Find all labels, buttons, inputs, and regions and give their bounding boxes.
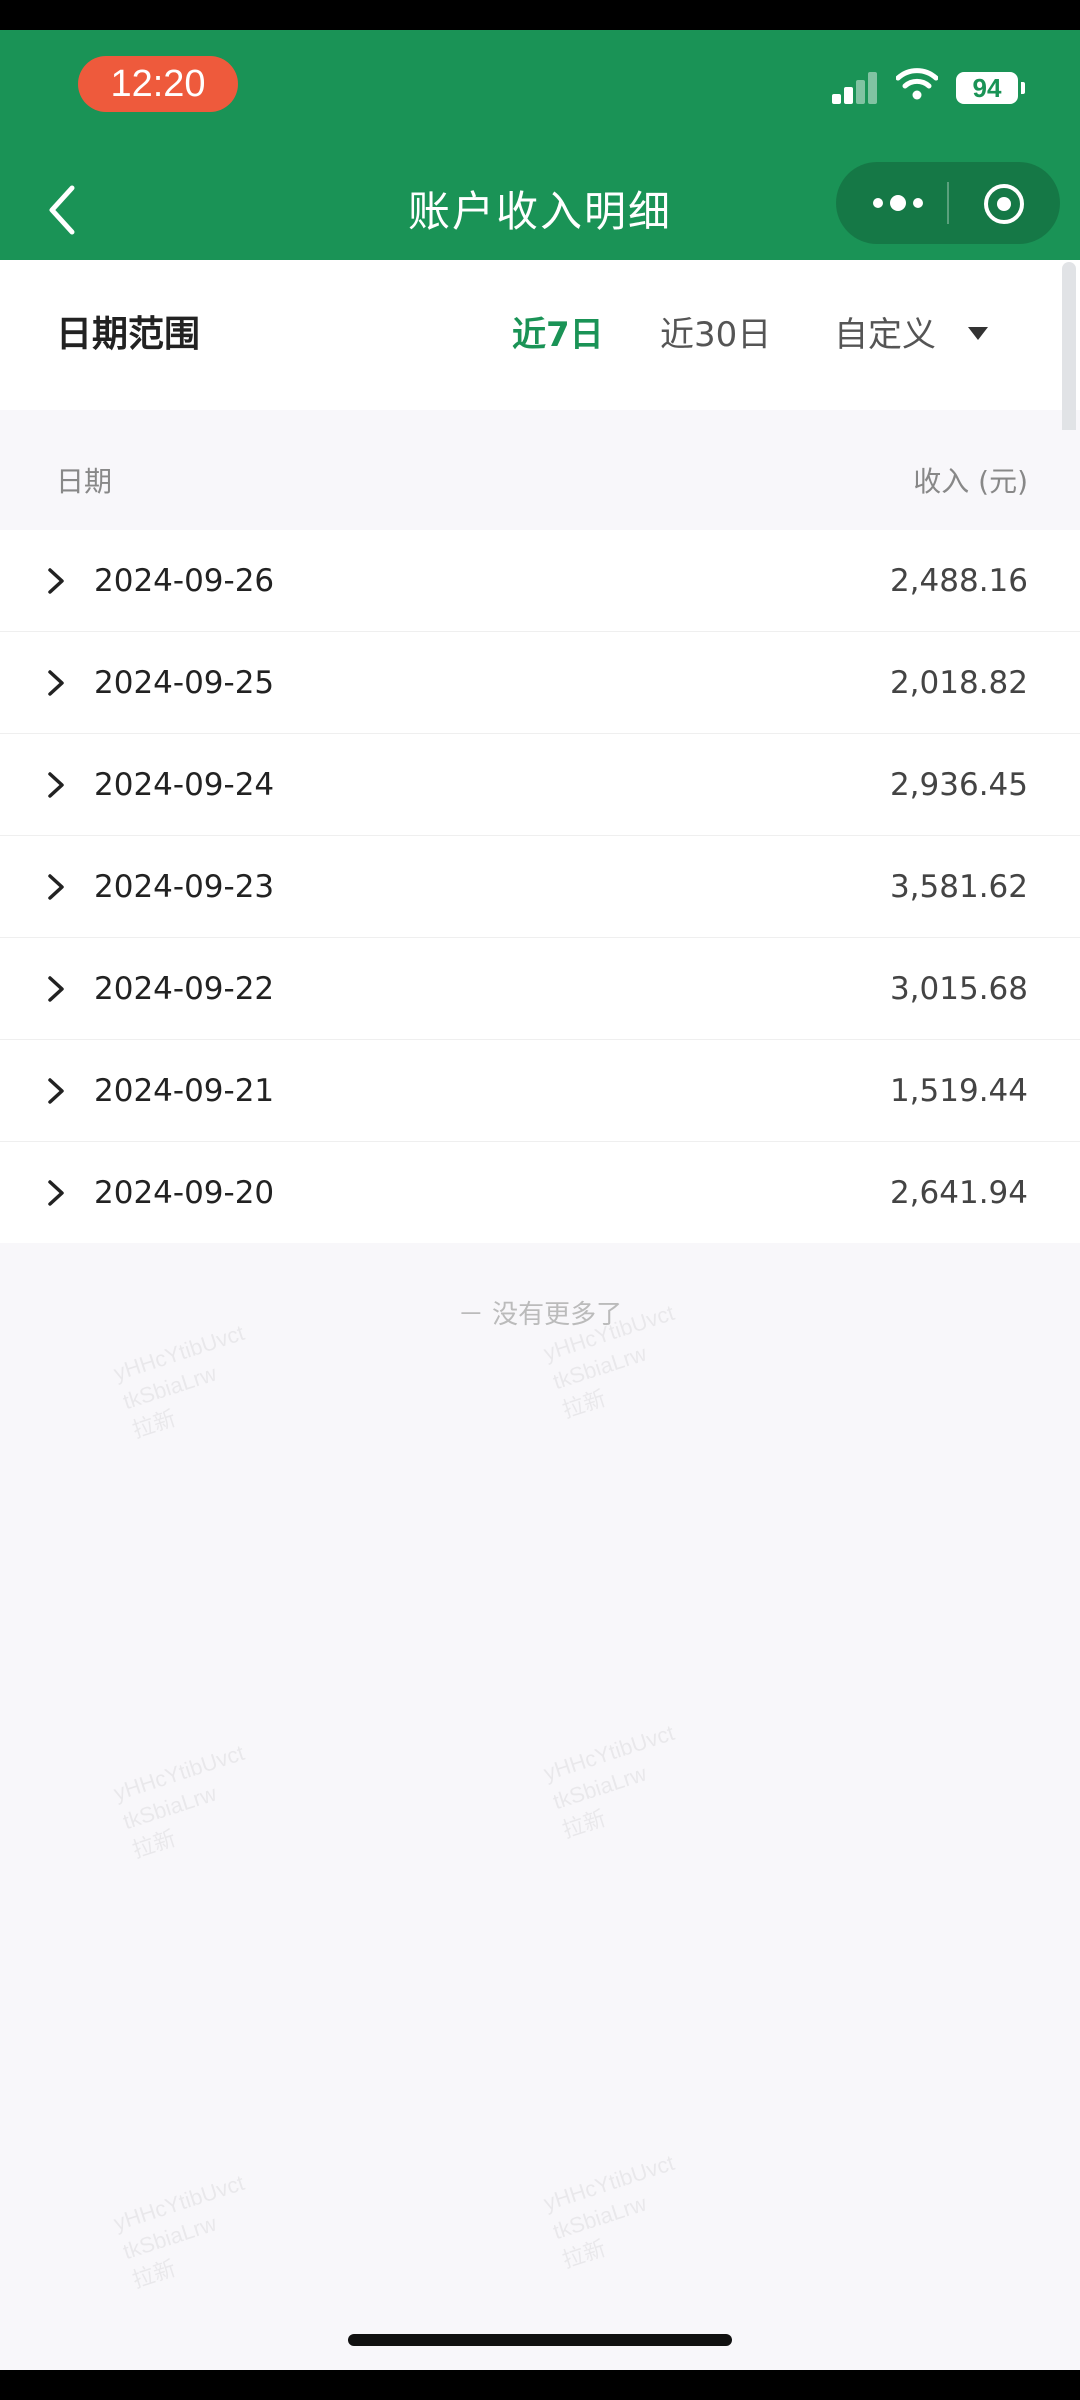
column-header-amount: 收入 (元) (913, 465, 1028, 498)
status-time: 12:20 (78, 56, 238, 112)
row-amount: 2,488.16 (889, 563, 1028, 599)
income-list: 2024-09-26 2,488.16 2024-09-25 2,018.82 … (0, 530, 1080, 1243)
signal-icon (832, 72, 877, 104)
row-amount: 2,018.82 (889, 665, 1028, 701)
mini-program-capsule (836, 162, 1060, 244)
table-header: 日期 收入 (元) (0, 430, 1080, 530)
battery-indicator: 94 (956, 72, 1025, 104)
app-screen: yHHcYtibUvct tkSbiaLrw 拉新 yHHcYtibUvct tkSb… (0, 30, 1080, 2370)
filter-option-7d[interactable]: 近7日 (512, 260, 604, 410)
row-amount: 2,936.45 (889, 767, 1028, 803)
home-indicator[interactable] (348, 2334, 732, 2346)
wifi-icon (896, 68, 938, 100)
row-date: 2024-09-23 (94, 869, 275, 905)
column-header-date: 日期 (56, 465, 113, 498)
row-amount: 1,519.44 (889, 1073, 1028, 1109)
chevron-right-icon (48, 568, 64, 594)
table-row[interactable]: 2024-09-22 3,015.68 (0, 938, 1080, 1040)
chevron-right-icon (48, 772, 64, 798)
chevron-right-icon (48, 874, 64, 900)
table-row[interactable]: 2024-09-26 2,488.16 (0, 530, 1080, 632)
table-row[interactable]: 2024-09-23 3,581.62 (0, 836, 1080, 938)
row-date: 2024-09-26 (94, 563, 275, 599)
row-date: 2024-09-22 (94, 971, 275, 1007)
no-more-indicator: － 没有更多了 (457, 1300, 623, 1330)
chevron-right-icon (48, 1078, 64, 1104)
row-date: 2024-09-25 (94, 665, 275, 701)
filter-label: 日期范围 (56, 314, 201, 355)
nav-header: 12:20 94 账户收入明细 (0, 30, 1080, 260)
scrollbar[interactable] (1062, 262, 1076, 442)
row-amount: 3,581.62 (889, 869, 1028, 905)
table-row[interactable]: 2024-09-24 2,936.45 (0, 734, 1080, 836)
table-row[interactable]: 2024-09-20 2,641.94 (0, 1142, 1080, 1243)
row-amount: 3,015.68 (889, 971, 1028, 1007)
filter-option-custom[interactable]: 自定义 (834, 260, 936, 410)
table-row[interactable]: 2024-09-21 1,519.44 (0, 1040, 1080, 1142)
filter-option-30d[interactable]: 近30日 (660, 260, 771, 410)
more-dots-icon[interactable] (870, 190, 926, 216)
row-amount: 2,641.94 (889, 1175, 1028, 1211)
chevron-right-icon (48, 1180, 64, 1206)
table-row[interactable]: 2024-09-25 2,018.82 (0, 632, 1080, 734)
capsule-divider (947, 182, 949, 224)
date-range-filter: 日期范围 近7日 近30日 自定义 (0, 260, 1080, 410)
row-date: 2024-09-24 (94, 767, 275, 803)
caret-down-icon[interactable] (968, 327, 988, 341)
target-icon[interactable] (982, 182, 1026, 226)
row-date: 2024-09-21 (94, 1073, 275, 1109)
chevron-right-icon (48, 670, 64, 696)
row-date: 2024-09-20 (94, 1175, 275, 1211)
chevron-right-icon (48, 976, 64, 1002)
